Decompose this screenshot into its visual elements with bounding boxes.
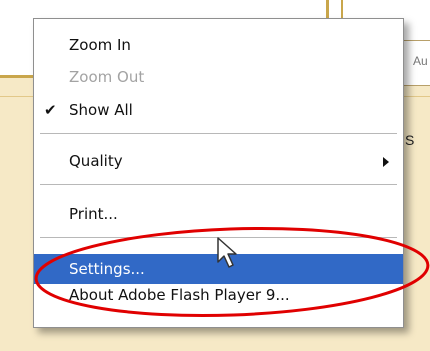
menu-item-settings[interactable]: Settings...	[34, 254, 403, 284]
menu-item-print[interactable]: Print...	[34, 200, 403, 228]
menu-separator	[40, 133, 397, 134]
menu-item-label: Zoom Out	[69, 68, 145, 86]
menu-item-zoom-in[interactable]: Zoom In	[34, 31, 403, 59]
checkmark-icon: ✔	[44, 101, 57, 119]
menu-separator	[40, 237, 397, 238]
menu-item-label: Show All	[69, 101, 133, 119]
submenu-arrow-icon	[383, 157, 389, 167]
menu-item-label: Print...	[69, 205, 118, 223]
menu-item-quality[interactable]: Quality	[34, 147, 403, 175]
menu-item-label: About Adobe Flash Player 9...	[69, 286, 290, 304]
menu-item-label: Zoom In	[69, 36, 131, 54]
menu-item-zoom-out: Zoom Out	[34, 63, 403, 91]
menu-item-show-all[interactable]: ✔ Show All	[34, 96, 403, 124]
page-side-letter: S	[405, 132, 415, 148]
menu-item-about-flash-player[interactable]: About Adobe Flash Player 9...	[34, 281, 403, 309]
flash-context-menu: Zoom In Zoom Out ✔ Show All Quality Prin…	[33, 18, 404, 328]
menu-item-label: Settings...	[69, 260, 145, 278]
menu-separator	[40, 184, 397, 185]
menu-item-label: Quality	[69, 152, 123, 170]
page-text-box-label: Au	[413, 54, 428, 68]
